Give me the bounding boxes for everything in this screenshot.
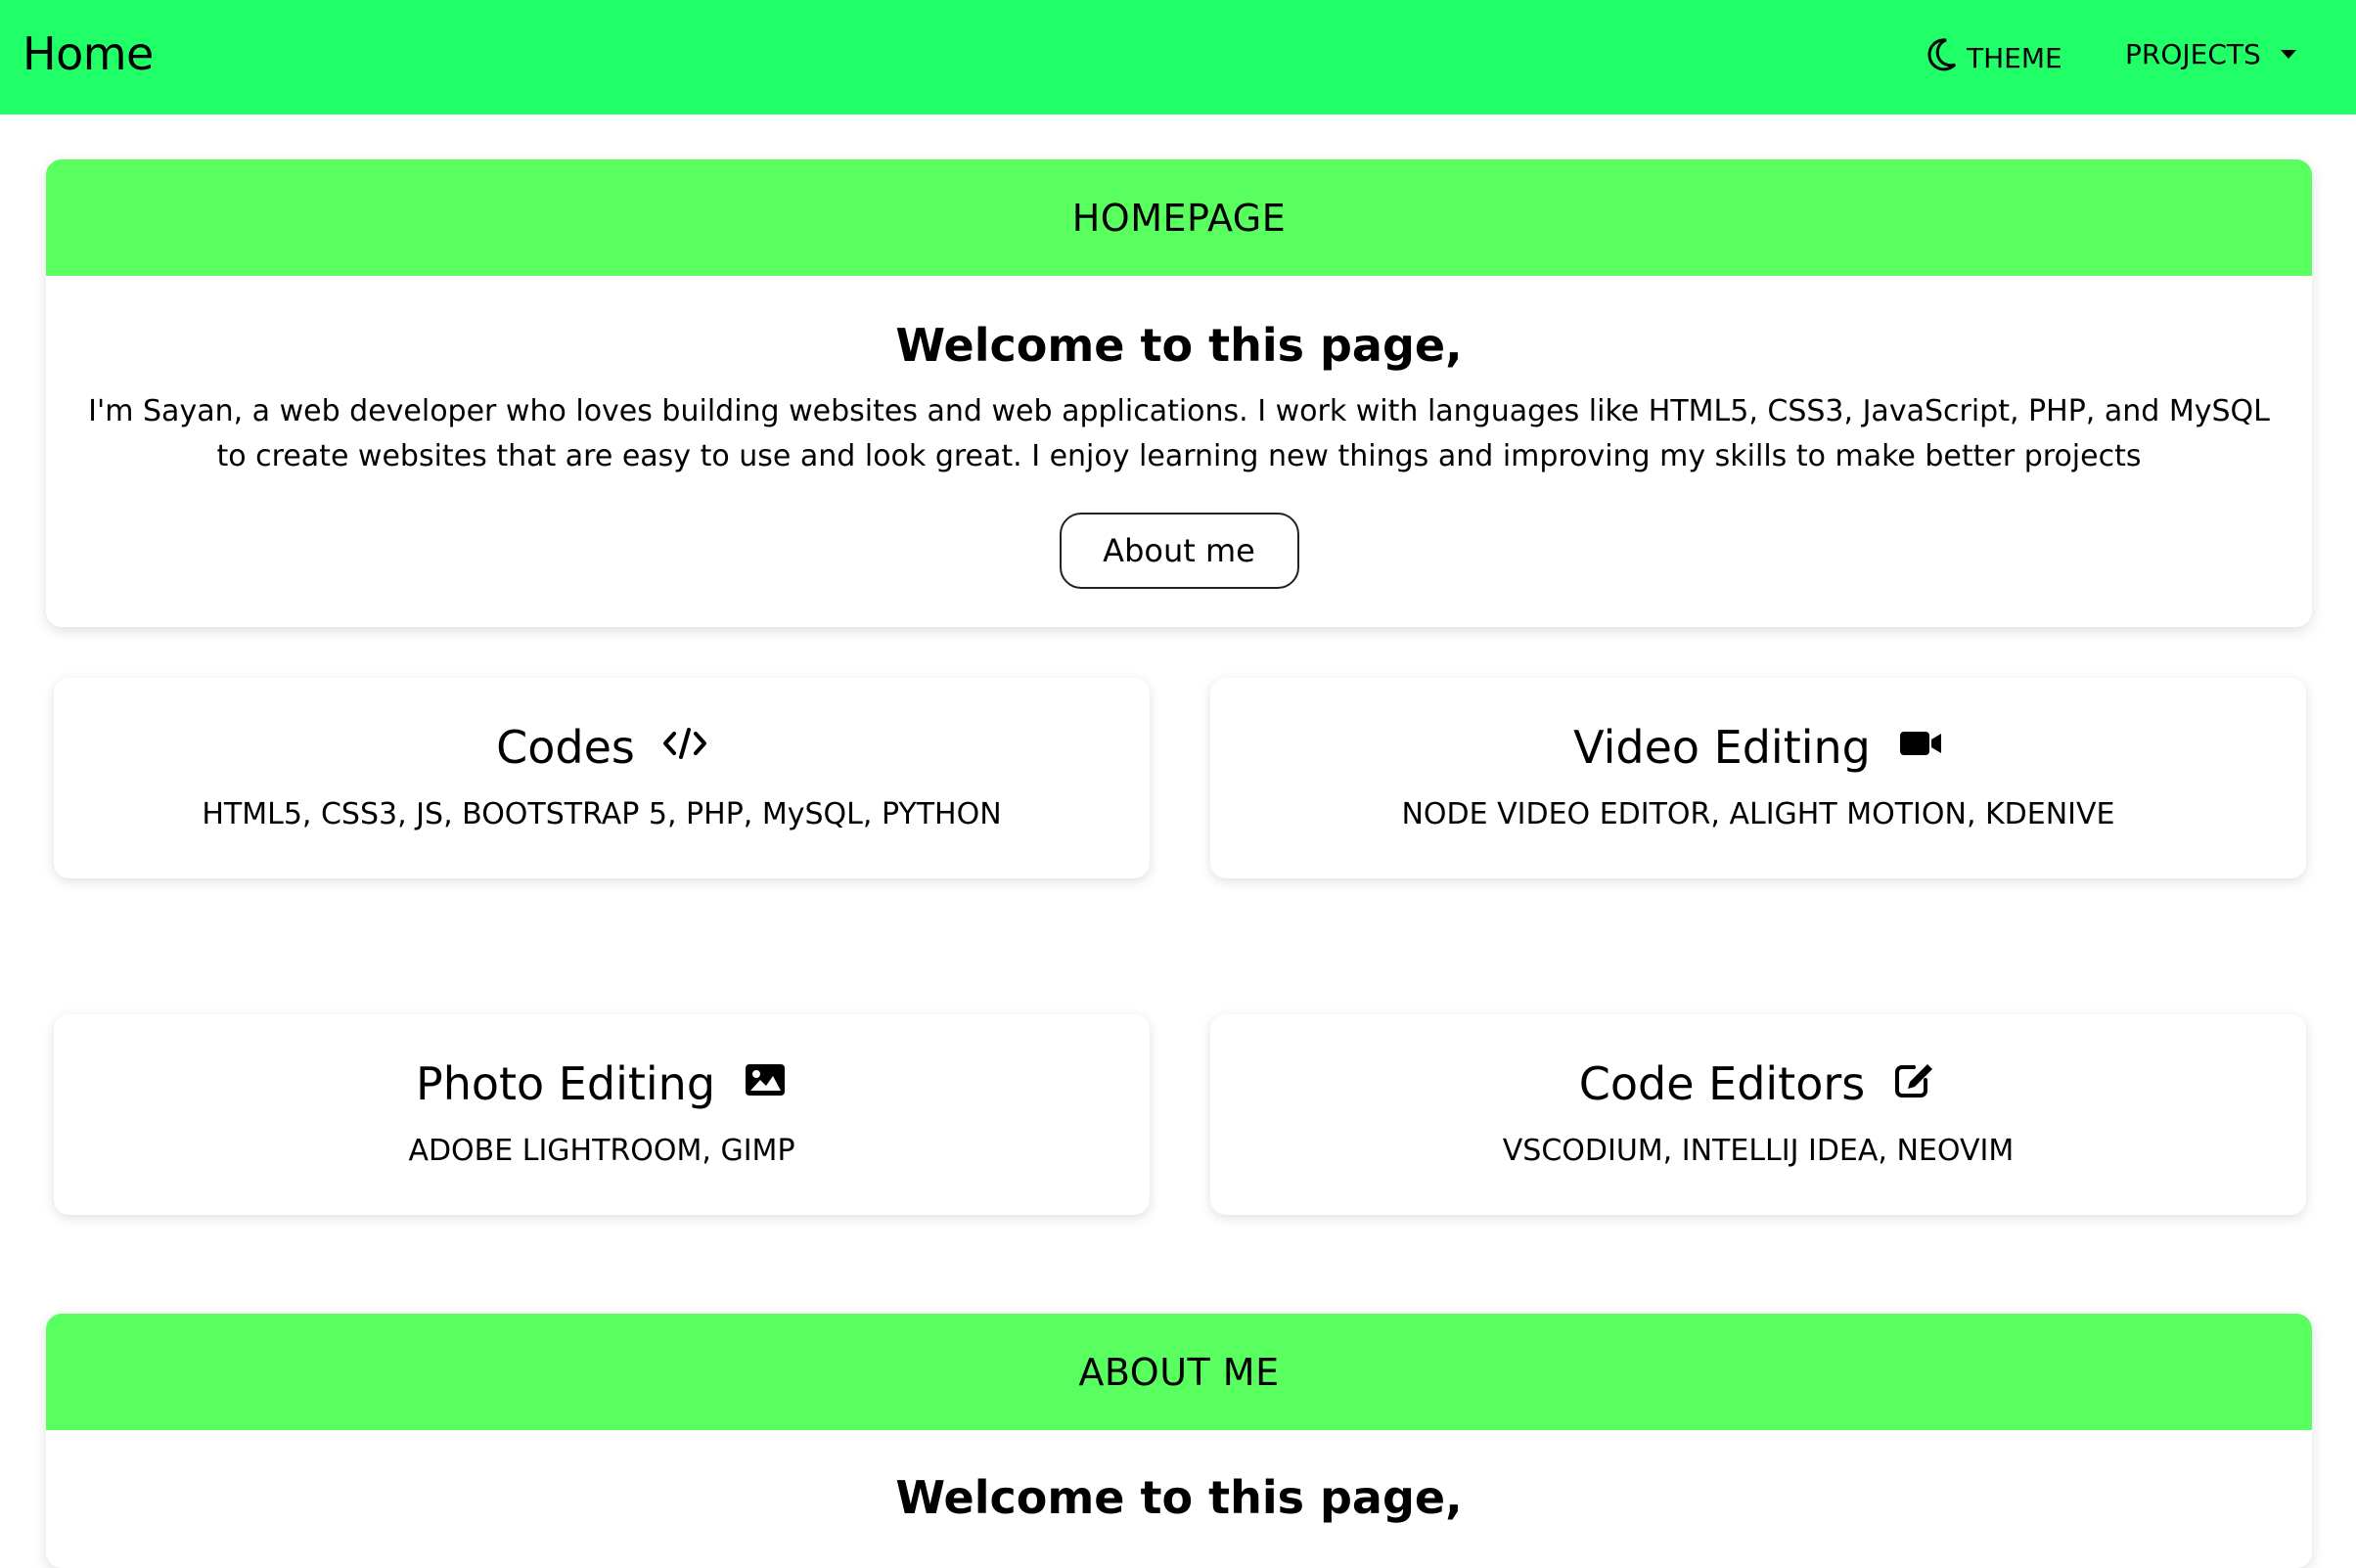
homepage-card: HOMEPAGE Welcome to this page, I'm Sayan… — [46, 159, 2312, 627]
about-welcome-title: Welcome to this page, — [895, 1471, 1463, 1524]
image-icon — [743, 1057, 788, 1110]
about-me-card: ABOUT ME Welcome to this page, — [46, 1314, 2312, 1568]
skill-card-items: VSCODIUM, INTELLIJ IDEA, NEOVIM — [1502, 1134, 2015, 1168]
caret-down-icon — [2280, 49, 2296, 59]
skill-card-items: ADOBE LIGHTROOM, GIMP — [408, 1134, 795, 1168]
skill-title-text: Code Editors — [1578, 1057, 1866, 1110]
skill-card-title: Video Editing — [1210, 721, 2306, 774]
theme-toggle[interactable]: THEME — [1927, 34, 2062, 81]
welcome-title: Welcome to this page, — [895, 319, 1463, 372]
skill-card-items: NODE VIDEO EDITOR, ALIGHT MOTION, KDENIV… — [1401, 797, 2115, 831]
about-me-header: ABOUT ME — [46, 1314, 2312, 1430]
skill-title-text: Video Editing — [1573, 721, 1871, 774]
skill-card-code-editors: Code Editors VSCODIUM, INTELLIJ IDEA, NE… — [1210, 1014, 2306, 1215]
skill-card-items: HTML5, CSS3, JS, BOOTSTRAP 5, PHP, MySQL… — [202, 797, 1002, 831]
brand-home-link[interactable]: Home — [23, 27, 154, 80]
theme-label: THEME — [1967, 41, 2062, 74]
skill-title-text: Codes — [496, 721, 635, 774]
projects-label: PROJECTS — [2125, 37, 2261, 70]
homepage-header: HOMEPAGE — [46, 159, 2312, 276]
navbar: Home THEME PROJECTS — [0, 0, 2356, 114]
code-icon — [662, 721, 707, 774]
moon-icon — [1927, 37, 1957, 78]
skill-card-photo-editing: Photo Editing ADOBE LIGHTROOM, GIMP — [54, 1014, 1150, 1215]
about-me-button[interactable]: About me — [1059, 513, 1299, 589]
skill-card-title: Code Editors — [1210, 1057, 2306, 1110]
edit-icon — [1892, 1057, 1937, 1110]
skill-title-text: Photo Editing — [415, 1057, 716, 1110]
projects-dropdown[interactable]: PROJECTS — [2125, 34, 2296, 73]
skill-card-video-editing: Video Editing NODE VIDEO EDITOR, ALIGHT … — [1210, 678, 2306, 878]
skill-card-title: Photo Editing — [54, 1057, 1150, 1110]
video-camera-icon — [1898, 721, 1943, 774]
skill-card-title: Codes — [54, 721, 1150, 774]
skill-card-codes: Codes HTML5, CSS3, JS, BOOTSTRAP 5, PHP,… — [54, 678, 1150, 878]
intro-text: I'm Sayan, a web developer who loves bui… — [88, 394, 2270, 473]
